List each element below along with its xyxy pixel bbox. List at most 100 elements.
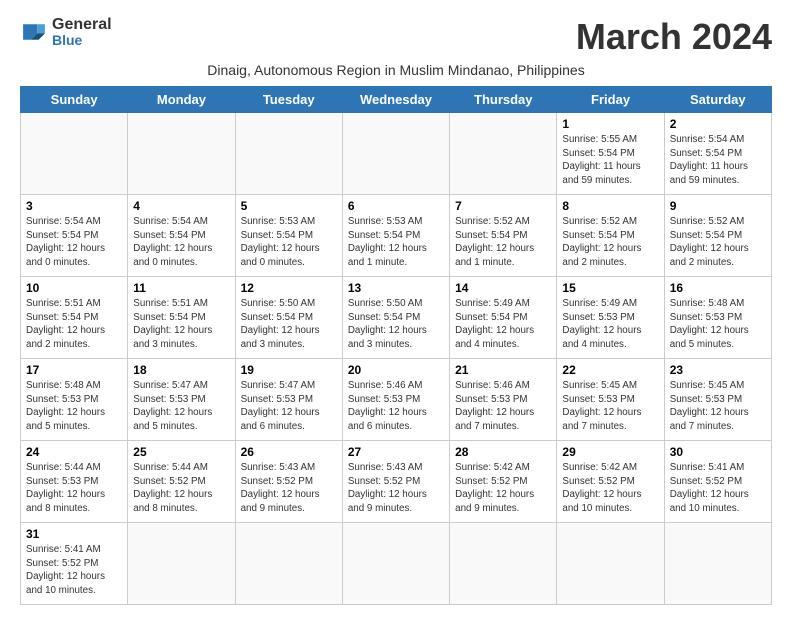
calendar-week-row: 31 Sunrise: 5:41 AM Sunset: 5:52 PM Dayli… <box>21 523 772 605</box>
calendar-day-cell <box>128 113 235 195</box>
day-number: 29 <box>562 445 658 459</box>
day-info: Sunrise: 5:52 AM Sunset: 5:54 PM Dayligh… <box>670 215 766 270</box>
calendar-day-cell: 26 Sunrise: 5:43 AM Sunset: 5:52 PM Dayli… <box>235 441 342 523</box>
day-number: 6 <box>348 199 444 213</box>
day-number: 8 <box>562 199 658 213</box>
day-info: Sunrise: 5:44 AM Sunset: 5:53 PM Dayligh… <box>26 461 122 516</box>
day-number: 11 <box>133 281 229 295</box>
logo: General Blue <box>20 16 112 48</box>
calendar-day-cell: 20 Sunrise: 5:46 AM Sunset: 5:53 PM Dayli… <box>342 359 449 441</box>
day-info: Sunrise: 5:54 AM Sunset: 5:54 PM Dayligh… <box>26 215 122 270</box>
calendar-day-cell <box>342 523 449 605</box>
day-number: 27 <box>348 445 444 459</box>
calendar-header-row: SundayMondayTuesdayWednesdayThursdayFrid… <box>21 87 772 113</box>
day-info: Sunrise: 5:49 AM Sunset: 5:53 PM Dayligh… <box>562 297 658 352</box>
day-number: 13 <box>348 281 444 295</box>
day-number: 9 <box>670 199 766 213</box>
calendar-day-cell <box>450 113 557 195</box>
day-number: 16 <box>670 281 766 295</box>
calendar-day-cell <box>450 523 557 605</box>
page-header: General Blue March 2024 <box>20 16 772 58</box>
day-info: Sunrise: 5:51 AM Sunset: 5:54 PM Dayligh… <box>26 297 122 352</box>
day-number: 17 <box>26 363 122 377</box>
day-info: Sunrise: 5:41 AM Sunset: 5:52 PM Dayligh… <box>26 543 122 598</box>
day-number: 14 <box>455 281 551 295</box>
day-info: Sunrise: 5:43 AM Sunset: 5:52 PM Dayligh… <box>241 461 337 516</box>
day-info: Sunrise: 5:44 AM Sunset: 5:52 PM Dayligh… <box>133 461 229 516</box>
day-number: 12 <box>241 281 337 295</box>
day-info: Sunrise: 5:47 AM Sunset: 5:53 PM Dayligh… <box>241 379 337 434</box>
calendar-day-cell: 27 Sunrise: 5:43 AM Sunset: 5:52 PM Dayli… <box>342 441 449 523</box>
calendar-day-cell: 18Sunrise: 5:47 AM Sunset: 5:53 PM Dayli… <box>128 359 235 441</box>
day-info: Sunrise: 5:55 AM Sunset: 5:54 PM Dayligh… <box>562 133 658 188</box>
logo-text: General Blue <box>52 16 112 48</box>
calendar-day-cell <box>557 523 664 605</box>
logo-icon <box>20 18 48 46</box>
day-info: Sunrise: 5:43 AM Sunset: 5:52 PM Dayligh… <box>348 461 444 516</box>
calendar-table: SundayMondayTuesdayWednesdayThursdayFrid… <box>20 86 772 605</box>
day-number: 23 <box>670 363 766 377</box>
calendar-day-cell: 30 Sunrise: 5:41 AM Sunset: 5:52 PM Dayli… <box>664 441 771 523</box>
day-number: 30 <box>670 445 766 459</box>
day-info: Sunrise: 5:46 AM Sunset: 5:53 PM Dayligh… <box>348 379 444 434</box>
calendar-day-cell: 24 Sunrise: 5:44 AM Sunset: 5:53 PM Dayli… <box>21 441 128 523</box>
day-info: Sunrise: 5:42 AM Sunset: 5:52 PM Dayligh… <box>562 461 658 516</box>
day-number: 21 <box>455 363 551 377</box>
day-header-thursday: Thursday <box>450 87 557 113</box>
day-info: Sunrise: 5:46 AM Sunset: 5:53 PM Dayligh… <box>455 379 551 434</box>
day-info: Sunrise: 5:53 AM Sunset: 5:54 PM Dayligh… <box>241 215 337 270</box>
calendar-day-cell: 12 Sunrise: 5:50 AM Sunset: 5:54 PM Dayli… <box>235 277 342 359</box>
calendar-day-cell: 29 Sunrise: 5:42 AM Sunset: 5:52 PM Dayli… <box>557 441 664 523</box>
day-info: Sunrise: 5:49 AM Sunset: 5:54 PM Dayligh… <box>455 297 551 352</box>
calendar-day-cell: 21 Sunrise: 5:46 AM Sunset: 5:53 PM Dayli… <box>450 359 557 441</box>
day-info: Sunrise: 5:50 AM Sunset: 5:54 PM Dayligh… <box>348 297 444 352</box>
day-info: Sunrise: 5:48 AM Sunset: 5:53 PM Dayligh… <box>670 297 766 352</box>
calendar-day-cell <box>128 523 235 605</box>
day-number: 1 <box>562 117 658 131</box>
day-info: Sunrise: 5:41 AM Sunset: 5:52 PM Dayligh… <box>670 461 766 516</box>
calendar-day-cell <box>235 113 342 195</box>
day-number: 3 <box>26 199 122 213</box>
calendar-day-cell: 7Sunrise: 5:52 AM Sunset: 5:54 PM Daylig… <box>450 195 557 277</box>
calendar-day-cell: 14 Sunrise: 5:49 AM Sunset: 5:54 PM Dayli… <box>450 277 557 359</box>
calendar-week-row: 24 Sunrise: 5:44 AM Sunset: 5:53 PM Dayli… <box>21 441 772 523</box>
day-header-friday: Friday <box>557 87 664 113</box>
day-info: Sunrise: 5:48 AM Sunset: 5:53 PM Dayligh… <box>26 379 122 434</box>
calendar-day-cell: 22Sunrise: 5:45 AM Sunset: 5:53 PM Dayli… <box>557 359 664 441</box>
day-info: Sunrise: 5:51 AM Sunset: 5:54 PM Dayligh… <box>133 297 229 352</box>
calendar-day-cell: 2Sunrise: 5:54 AM Sunset: 5:54 PM Daylig… <box>664 113 771 195</box>
day-info: Sunrise: 5:50 AM Sunset: 5:54 PM Dayligh… <box>241 297 337 352</box>
day-header-saturday: Saturday <box>664 87 771 113</box>
month-title: March 2024 <box>576 16 772 58</box>
day-number: 24 <box>26 445 122 459</box>
calendar-day-cell <box>664 523 771 605</box>
calendar-day-cell: 16 Sunrise: 5:48 AM Sunset: 5:53 PM Dayli… <box>664 277 771 359</box>
calendar-day-cell: 31 Sunrise: 5:41 AM Sunset: 5:52 PM Dayli… <box>21 523 128 605</box>
day-number: 7 <box>455 199 551 213</box>
calendar-day-cell: 15Sunrise: 5:49 AM Sunset: 5:53 PM Dayli… <box>557 277 664 359</box>
calendar-week-row: 17 Sunrise: 5:48 AM Sunset: 5:53 PM Dayli… <box>21 359 772 441</box>
day-info: Sunrise: 5:54 AM Sunset: 5:54 PM Dayligh… <box>133 215 229 270</box>
calendar-day-cell: 5Sunrise: 5:53 AM Sunset: 5:54 PM Daylig… <box>235 195 342 277</box>
calendar-day-cell <box>21 113 128 195</box>
day-header-tuesday: Tuesday <box>235 87 342 113</box>
day-number: 18 <box>133 363 229 377</box>
day-number: 26 <box>241 445 337 459</box>
calendar-day-cell: 25Sunrise: 5:44 AM Sunset: 5:52 PM Dayli… <box>128 441 235 523</box>
calendar-day-cell <box>235 523 342 605</box>
calendar-day-cell: 4Sunrise: 5:54 AM Sunset: 5:54 PM Daylig… <box>128 195 235 277</box>
calendar-day-cell: 17 Sunrise: 5:48 AM Sunset: 5:53 PM Dayli… <box>21 359 128 441</box>
calendar-day-cell: 3 Sunrise: 5:54 AM Sunset: 5:54 PM Daylig… <box>21 195 128 277</box>
calendar-week-row: 1 Sunrise: 5:55 AM Sunset: 5:54 PM Daylig… <box>21 113 772 195</box>
day-number: 20 <box>348 363 444 377</box>
day-number: 10 <box>26 281 122 295</box>
day-number: 31 <box>26 527 122 541</box>
calendar-day-cell: 9 Sunrise: 5:52 AM Sunset: 5:54 PM Daylig… <box>664 195 771 277</box>
calendar-day-cell: 10 Sunrise: 5:51 AM Sunset: 5:54 PM Dayli… <box>21 277 128 359</box>
day-info: Sunrise: 5:53 AM Sunset: 5:54 PM Dayligh… <box>348 215 444 270</box>
calendar-week-row: 3 Sunrise: 5:54 AM Sunset: 5:54 PM Daylig… <box>21 195 772 277</box>
day-header-sunday: Sunday <box>21 87 128 113</box>
day-info: Sunrise: 5:45 AM Sunset: 5:53 PM Dayligh… <box>670 379 766 434</box>
calendar-day-cell <box>342 113 449 195</box>
day-header-wednesday: Wednesday <box>342 87 449 113</box>
